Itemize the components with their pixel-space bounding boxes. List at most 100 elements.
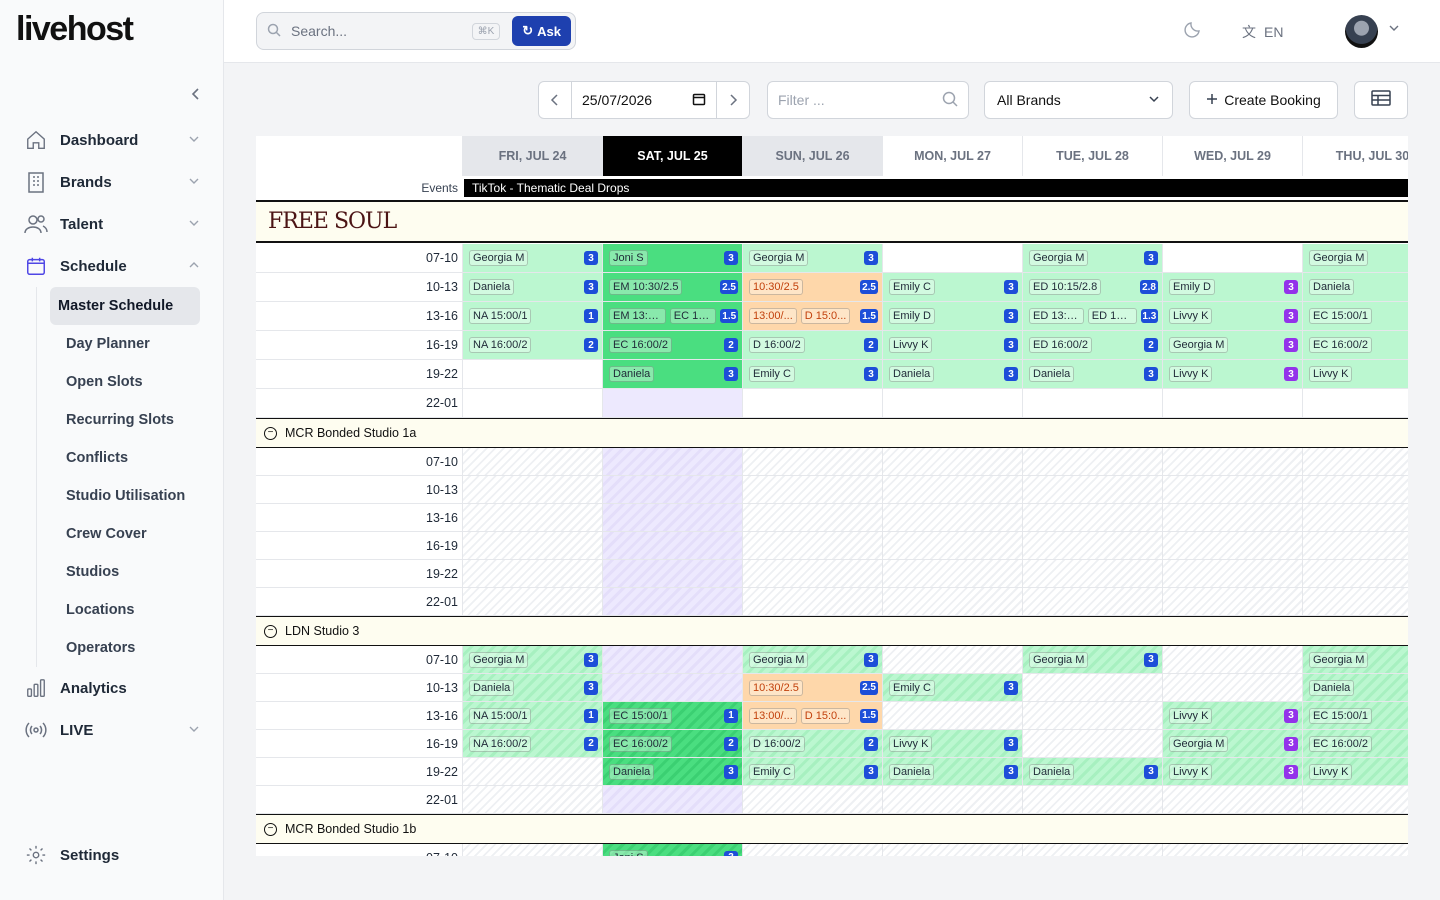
subnav-crew-cover[interactable]: Crew Cover [58, 515, 208, 553]
schedule-cell[interactable] [462, 786, 602, 813]
schedule-cell[interactable] [462, 560, 602, 587]
day-header[interactable]: THU, JUL 30 [1302, 136, 1408, 176]
schedule-cell[interactable] [742, 560, 882, 587]
ask-button[interactable]: ↻ Ask [512, 16, 571, 46]
schedule-cell[interactable]: Livvy K 3 [882, 331, 1022, 359]
booking-chip[interactable]: Livvy K [1309, 763, 1353, 780]
booking-chip[interactable]: D 15:0... [800, 707, 851, 724]
schedule-cell[interactable] [882, 532, 1022, 559]
schedule-cell[interactable]: Livvy K 3 [1162, 302, 1302, 330]
booking-chip[interactable]: ED 15:... [1087, 308, 1137, 324]
schedule-cell[interactable]: Emily C 3 [742, 360, 882, 388]
booking-chip[interactable]: NA 16:00/2 [469, 337, 532, 353]
schedule-cell[interactable]: EM 10:30/2.5 2.5 [602, 273, 742, 301]
booking-chip[interactable]: Joni S [609, 250, 648, 266]
brand-select[interactable]: All Brands [984, 81, 1173, 119]
booking-chip[interactable]: EM 10:30/2.5 [609, 279, 683, 295]
booking-chip[interactable]: Emily C [889, 279, 935, 295]
schedule-cell[interactable]: Georgia M [1302, 244, 1408, 272]
nav-item-schedule[interactable]: Schedule [16, 245, 208, 287]
language-switcher[interactable]: 文 EN [1242, 22, 1283, 42]
schedule-cell[interactable]: Daniela [1302, 674, 1408, 701]
booking-chip[interactable]: 10:30/2.5 [749, 679, 803, 696]
booking-chip[interactable]: 10:30/2.5 [749, 279, 803, 295]
schedule-cell[interactable] [882, 244, 1022, 272]
booking-chip[interactable]: Emily C [749, 366, 795, 382]
booking-chip[interactable]: Daniela [1029, 366, 1075, 382]
prev-day-button[interactable] [539, 82, 572, 118]
schedule-cell[interactable]: EC 16:00/2 [1302, 730, 1408, 757]
booking-chip[interactable]: 13:00/... [749, 308, 797, 324]
schedule-cell[interactable]: Georgia M [1302, 646, 1408, 673]
schedule-cell[interactable] [1022, 588, 1162, 615]
schedule-cell[interactable]: Georgia M 3 [742, 244, 882, 272]
schedule-cell[interactable] [1302, 588, 1408, 615]
booking-chip[interactable]: Daniela [889, 366, 935, 382]
collapse-studio-icon[interactable]: − [264, 426, 277, 440]
schedule-cell[interactable] [1022, 389, 1162, 417]
booking-chip[interactable]: Georgia M [1169, 337, 1229, 353]
schedule-cell[interactable]: Joni S 3 [602, 244, 742, 272]
booking-chip[interactable]: EC 15:00/1 [609, 707, 673, 724]
schedule-cell[interactable]: Georgia M 3 [462, 244, 602, 272]
day-header[interactable]: MON, JUL 27 [882, 136, 1022, 176]
schedule-cell[interactable]: Emily C 3 [882, 273, 1022, 301]
subnav-operators[interactable]: Operators [58, 629, 208, 667]
schedule-cell[interactable] [462, 389, 602, 417]
schedule-cell[interactable]: Georgia M 3 [1022, 244, 1162, 272]
schedule-cell[interactable] [882, 786, 1022, 813]
subnav-locations[interactable]: Locations [58, 591, 208, 629]
schedule-cell[interactable] [462, 844, 602, 856]
schedule-cell[interactable] [602, 504, 742, 531]
schedule-cell[interactable] [1022, 476, 1162, 503]
search-box[interactable]: Search... ⌘K ↻ Ask [256, 12, 576, 50]
booking-chip[interactable]: EC 15... [669, 308, 717, 324]
schedule-cell[interactable]: Georgia M 3 [742, 646, 882, 673]
next-day-button[interactable] [716, 82, 749, 118]
booking-chip[interactable]: Emily C [749, 763, 795, 780]
schedule-cell[interactable] [462, 476, 602, 503]
schedule-cell[interactable] [882, 560, 1022, 587]
nav-item-live[interactable]: LIVE [16, 709, 208, 751]
search-input[interactable]: Search... [291, 23, 472, 39]
booking-chip[interactable]: Joni S [609, 849, 648, 856]
avatar[interactable] [1345, 15, 1378, 48]
schedule-cell[interactable] [462, 532, 602, 559]
schedule-cell[interactable] [462, 758, 602, 785]
booking-chip[interactable]: Emily D [1169, 279, 1215, 295]
schedule-cell[interactable]: Livvy K 3 [882, 730, 1022, 757]
booking-chip[interactable]: Daniela [1309, 679, 1355, 696]
schedule-cell[interactable]: EC 15:00/1 [1302, 302, 1408, 330]
schedule-cell[interactable] [742, 389, 882, 417]
schedule-cell[interactable]: Emily C 3 [882, 674, 1022, 701]
booking-chip[interactable]: EC 15:00/1 [1309, 308, 1373, 324]
booking-chip[interactable]: Emily C [889, 679, 935, 696]
schedule-cell[interactable]: Daniela 3 [1022, 360, 1162, 388]
table-view-toggle[interactable] [1354, 81, 1408, 119]
schedule-cell[interactable]: NA 15:00/1 1 [462, 302, 602, 330]
schedule-cell[interactable] [462, 360, 602, 388]
schedule-cell[interactable] [882, 476, 1022, 503]
day-header[interactable]: FRI, JUL 24 [462, 136, 602, 176]
filter-input[interactable]: Filter ... [767, 81, 969, 119]
booking-chip[interactable]: Daniela [1029, 763, 1075, 780]
chevron-down-icon[interactable] [1388, 22, 1400, 37]
schedule-cell[interactable]: Daniela 3 [882, 758, 1022, 785]
schedule-cell[interactable] [882, 702, 1022, 729]
schedule-cell[interactable]: Emily C 3 [742, 758, 882, 785]
schedule-cell[interactable]: Livvy K [1302, 758, 1408, 785]
booking-chip[interactable]: Georgia M [1029, 250, 1089, 266]
nav-item-analytics[interactable]: Analytics [16, 667, 208, 709]
booking-chip[interactable]: Georgia M [1309, 250, 1369, 266]
schedule-cell[interactable] [1162, 786, 1302, 813]
booking-chip[interactable]: EC 15:00/1 [1309, 707, 1373, 724]
schedule-cell[interactable]: 13:00/... D 15:0... 1.5 [742, 302, 882, 330]
booking-chip[interactable]: D 16:00/2 [749, 337, 805, 353]
schedule-cell[interactable]: 10:30/2.5 2.5 [742, 273, 882, 301]
schedule-cell[interactable]: Georgia M 3 [1022, 646, 1162, 673]
booking-chip[interactable]: Daniela [609, 763, 655, 780]
schedule-cell[interactable]: Livvy K 3 [1162, 360, 1302, 388]
schedule-cell[interactable]: NA 16:00/2 2 [462, 730, 602, 757]
schedule-cell[interactable] [602, 448, 742, 475]
schedule-cell[interactable] [882, 389, 1022, 417]
